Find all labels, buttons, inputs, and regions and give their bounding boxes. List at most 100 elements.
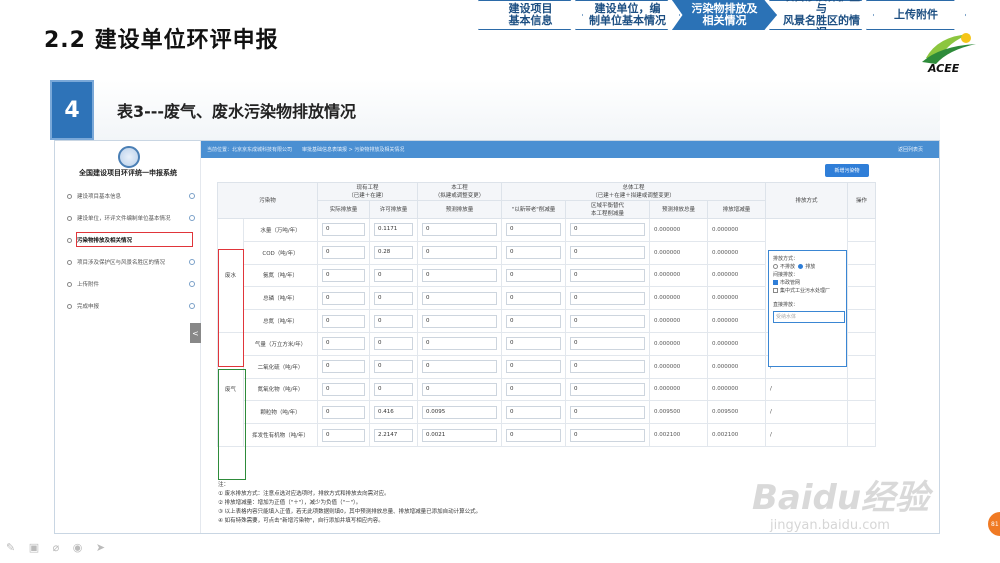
- old-input[interactable]: 0: [506, 428, 562, 442]
- step-pollutant-emission[interactable]: 污染物排放及 相关情况: [672, 0, 777, 30]
- predicted-input[interactable]: 0.0021: [422, 428, 498, 442]
- predicted-input[interactable]: 0: [422, 382, 498, 396]
- regional-input[interactable]: 0: [570, 291, 646, 305]
- step-label: 污染物排放及 相关情况: [691, 2, 758, 27]
- actual-input[interactable]: 0: [322, 223, 366, 237]
- receiving-water-input[interactable]: 受纳水体: [773, 311, 845, 323]
- sidebar-item-basic-info[interactable]: 建设项目基本信息: [55, 185, 201, 207]
- cell-predicted: 0: [417, 263, 503, 288]
- regional-input[interactable]: 0: [570, 314, 646, 328]
- predicted-input[interactable]: 0: [422, 223, 498, 237]
- col-header-permitted: 许可排放量: [369, 200, 419, 219]
- old-input[interactable]: 0: [506, 223, 562, 237]
- actual-input[interactable]: 0: [322, 314, 366, 328]
- regional-input[interactable]: 0: [570, 382, 646, 396]
- actual-input[interactable]: 0: [322, 405, 366, 419]
- actual-input[interactable]: 0: [322, 268, 366, 282]
- cell-old: 0: [501, 240, 567, 265]
- col-header-predicted: 预测排放量: [417, 200, 503, 219]
- permitted-input[interactable]: 0: [374, 314, 414, 328]
- actual-input[interactable]: 0: [322, 337, 366, 351]
- pollutant-name: 总氮（吨/年）: [242, 309, 319, 333]
- permitted-input[interactable]: 0: [374, 268, 414, 282]
- cell-action: [847, 218, 877, 242]
- old-input[interactable]: 0: [506, 405, 562, 419]
- actual-input[interactable]: 0: [322, 428, 366, 442]
- step-unit-info[interactable]: 建设单位，编 制单位基本情况: [575, 0, 680, 30]
- cell-actual: 0: [317, 218, 371, 242]
- predicted-input[interactable]: 0.0095: [422, 405, 498, 419]
- predicted-input[interactable]: 0: [422, 360, 498, 374]
- permitted-input[interactable]: 0: [374, 337, 414, 351]
- cell-permitted: 0: [369, 377, 419, 402]
- regional-input[interactable]: 0: [570, 405, 646, 419]
- sidebar-item-label: 建设项目基本信息: [77, 194, 122, 200]
- predicted-input[interactable]: 0: [422, 246, 498, 260]
- predicted-input[interactable]: 0: [422, 291, 498, 305]
- col-header-regional: 区域平衡替代 本工程削减量: [565, 200, 651, 219]
- checkbox-municipal[interactable]: [773, 280, 778, 285]
- permitted-input[interactable]: 0.416: [374, 405, 414, 419]
- permitted-input[interactable]: 0.1171: [374, 223, 414, 237]
- step-basic-info[interactable]: 建设项目 基本信息: [478, 0, 583, 30]
- cell-regional: 0: [565, 286, 651, 311]
- col-header-predicted-total: 预测排放总量: [649, 200, 709, 219]
- radio-discharge[interactable]: [798, 264, 804, 269]
- sidebar-item-upload[interactable]: 上传附件: [55, 273, 201, 295]
- regional-input[interactable]: 0: [570, 268, 646, 282]
- regional-input[interactable]: 0: [570, 246, 646, 260]
- actual-input[interactable]: 0: [322, 360, 366, 374]
- step-upload[interactable]: 上传附件: [866, 0, 966, 30]
- annotation-toolbar[interactable]: ✎ ▣ ⌀ ◉ ➤: [6, 541, 110, 554]
- old-input[interactable]: 0: [506, 382, 562, 396]
- permitted-input[interactable]: 0: [374, 382, 414, 396]
- cell-method: /: [765, 377, 849, 402]
- regional-input[interactable]: 0: [570, 337, 646, 351]
- predicted-input[interactable]: 0: [422, 314, 498, 328]
- cell-predicted: 0: [417, 240, 503, 265]
- permitted-input[interactable]: 2.2147: [374, 428, 414, 442]
- col-header-pollutant: 污染物: [216, 182, 319, 219]
- old-input[interactable]: 0: [506, 314, 562, 328]
- step-navigation: 建设项目 基本信息 建设单位，编 制单位基本情况 污染物排放及 相关情况 项目涉…: [478, 0, 966, 30]
- cell-action: [847, 309, 877, 333]
- old-input[interactable]: 0: [506, 360, 562, 374]
- old-input[interactable]: 0: [506, 291, 562, 305]
- cell-total: 0.002100: [649, 423, 709, 447]
- predicted-input[interactable]: 0: [422, 268, 498, 282]
- sidebar-item-pollutant-emission[interactable]: 污染物排放及相关情况: [55, 229, 201, 251]
- old-input[interactable]: 0: [506, 337, 562, 351]
- sidebar-item-unit-info[interactable]: 建设单位，环评文件编制单位基本情况: [55, 207, 201, 229]
- cell-regional: 0: [565, 400, 651, 425]
- permitted-input[interactable]: 0.28: [374, 246, 414, 260]
- pollutant-name: 水量（万吨/年）: [242, 218, 319, 242]
- checkbox-industrial[interactable]: [773, 288, 778, 293]
- regional-input[interactable]: 0: [570, 428, 646, 442]
- national-emblem-icon: [118, 146, 140, 168]
- sidebar-item-protected-areas[interactable]: 项目涉及保护区与风景名胜区的情况: [55, 251, 201, 273]
- cell-total: 0.000000: [649, 377, 709, 402]
- old-input[interactable]: 0: [506, 246, 562, 260]
- permitted-input[interactable]: 0: [374, 360, 414, 374]
- cell-predicted: 0.0095: [417, 400, 503, 425]
- regional-input[interactable]: 0: [570, 360, 646, 374]
- permitted-input[interactable]: 0: [374, 291, 414, 305]
- old-input[interactable]: 0: [506, 268, 562, 282]
- actual-input[interactable]: 0: [322, 246, 366, 260]
- sidebar-item-label: 建设单位，环评文件编制单位基本情况: [77, 216, 171, 222]
- section-title: 表3---废气、废水污染物排放情况: [117, 102, 357, 121]
- cell-old: 0: [501, 263, 567, 288]
- add-pollutant-button[interactable]: 新增污染物: [825, 164, 869, 177]
- predicted-input[interactable]: 0: [422, 337, 498, 351]
- sidebar-item-complete[interactable]: 完成申报: [55, 295, 201, 317]
- actual-input[interactable]: 0: [322, 382, 366, 396]
- step-protected-areas[interactable]: 项目涉及保护区与 风景名胜区的情况: [769, 0, 874, 30]
- checkbox-municipal-label: 市政管网: [780, 280, 801, 286]
- cell-total: 0.000000: [649, 354, 709, 379]
- collapse-sidebar-button[interactable]: <: [190, 323, 201, 343]
- back-to-list-link[interactable]: 返回列表页: [898, 146, 923, 153]
- regional-input[interactable]: 0: [570, 223, 646, 237]
- cell-regional: 0: [565, 331, 651, 356]
- radio-no-discharge[interactable]: [773, 264, 778, 269]
- actual-input[interactable]: 0: [322, 291, 366, 305]
